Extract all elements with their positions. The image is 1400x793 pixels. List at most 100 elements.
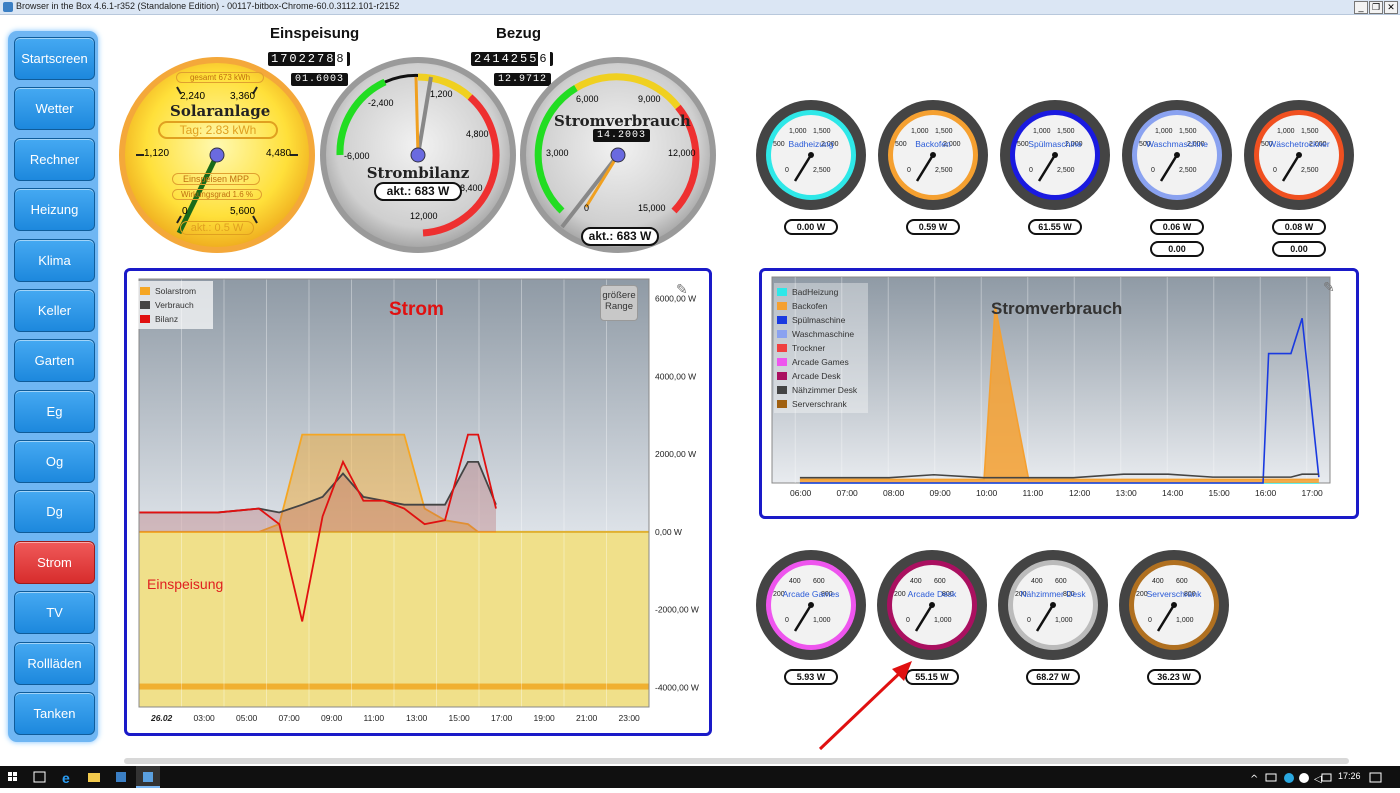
- nav-rechner[interactable]: Rechner: [14, 138, 95, 181]
- minimize-button[interactable]: _: [1354, 1, 1368, 14]
- legend-label: Bilanz: [155, 314, 179, 324]
- gauge-tick: 0: [1027, 617, 1031, 624]
- gauge-tick: 0: [1148, 617, 1152, 624]
- strombilanz-tick-1200: 1,200: [430, 89, 453, 99]
- strom-x-tick: 05:00: [236, 713, 258, 723]
- stromverbrauch-akt: akt.: 683 W: [581, 227, 659, 246]
- stromverbrauch-legend-item[interactable]: Trockner: [777, 341, 865, 355]
- nav-tv[interactable]: TV: [14, 591, 95, 634]
- edge-icon: e: [62, 770, 70, 786]
- gauge-tick: 0: [1151, 167, 1155, 174]
- stromverbrauch-legend-item[interactable]: Nähzimmer Desk: [777, 383, 865, 397]
- row2-gauge-0: 400 600 200 800 0 1,000 Arcade Games: [755, 549, 867, 666]
- gauge-value-secondary: 0.00: [1272, 241, 1326, 257]
- gauge-tick: 1,000: [934, 617, 952, 624]
- nav-tanken[interactable]: Tanken: [14, 692, 95, 735]
- nav-heizung[interactable]: Heizung: [14, 188, 95, 231]
- stromverbrauch-edit-pencil-icon[interactable]: ✎: [1323, 279, 1335, 296]
- stromverbrauch-legend-item[interactable]: Spülmaschine: [777, 313, 865, 327]
- legend-swatch: [140, 287, 150, 295]
- strom-chart: 6000,00 W4000,00 W2000,00 W0,00 W-2000,0…: [138, 278, 699, 723]
- gauge-dial: [1000, 100, 1110, 210]
- gauge-dial: [998, 550, 1108, 660]
- nav-strom[interactable]: Strom: [14, 541, 95, 584]
- einspeisung-title: Einspeisung: [270, 25, 360, 42]
- legend-label: Waschmaschine: [792, 329, 855, 339]
- stromverbrauch-legend-item[interactable]: Serverschrank: [777, 397, 865, 411]
- stromverbrauch-legend-item[interactable]: Backofen: [777, 299, 865, 313]
- solar-mode: Einspeisen MPP: [172, 173, 260, 185]
- nav-dg[interactable]: Dg: [14, 490, 95, 533]
- strom-legend-item[interactable]: Solarstrom: [140, 284, 210, 298]
- strom-legend-item[interactable]: Verbrauch: [140, 298, 210, 312]
- nav-klima[interactable]: Klima: [14, 239, 95, 282]
- explorer-icon: [88, 773, 100, 782]
- solar-needle-hub: [209, 147, 225, 163]
- solar-tag: Tag: 2.83 kWh: [158, 121, 278, 139]
- stromverbrauch-legend-item[interactable]: BadHeizung: [777, 285, 865, 299]
- strom-legend-item[interactable]: Bilanz: [140, 312, 210, 326]
- strom-x-tick: 11:00: [364, 713, 385, 723]
- legend-swatch: [140, 315, 150, 323]
- solar-title: Solaranlage: [170, 102, 271, 120]
- gauge-dial: [1244, 100, 1354, 210]
- gauge-tick: 1,500: [813, 128, 831, 135]
- horizontal-scrollbar[interactable]: [124, 758, 1349, 764]
- stromverbrauch-tick-9000: 9,000: [638, 94, 661, 104]
- browser-box-icon: [116, 772, 126, 782]
- bezug-title: Bezug: [496, 25, 541, 42]
- gauge-tick: 1,000: [1176, 617, 1194, 624]
- strom-edit-pencil-icon[interactable]: ✎: [676, 281, 688, 298]
- row1-gauge-4: 1,000 1,500 500 2,000 0 2,500 Wäschetrockner: [1243, 99, 1355, 216]
- stromverbrauch-legend-item[interactable]: Arcade Games: [777, 355, 865, 369]
- gauge-tick: 1,000: [911, 128, 929, 135]
- taskbar-icons: e ^ ◁: [8, 766, 1382, 788]
- gauge-value: 0.59 W: [906, 219, 960, 235]
- start-icon: [8, 772, 17, 781]
- strom-chart-panel: 6000,00 W 4000,00 W 2000,00 W 0,00 W -2000,0…: [124, 268, 712, 736]
- legend-swatch: [777, 358, 787, 366]
- legend-swatch: [777, 386, 787, 394]
- taskbar-clock[interactable]: 17:26: [1338, 771, 1361, 781]
- stromverbrauch-tick-6000: 6,000: [576, 94, 599, 104]
- gauge-label: Spülmaschine: [1028, 139, 1082, 149]
- legend-swatch: [777, 302, 787, 310]
- gauge-dial: [878, 100, 988, 210]
- strombilanz-akt: akt.: 683 W: [374, 182, 462, 201]
- gauge-tick: 0: [906, 617, 910, 624]
- strom-y-tick: -2000,00 W: [655, 605, 699, 615]
- stromverbrauch-legend-item[interactable]: Arcade Desk: [777, 369, 865, 383]
- gauge-tick: 1,500: [1057, 128, 1075, 135]
- nav-keller[interactable]: Keller: [14, 289, 95, 332]
- strom-y-tick: 4000,00 W: [655, 371, 696, 381]
- annotation-arrow: [818, 661, 912, 751]
- gauge-tick: 1,500: [1179, 128, 1197, 135]
- nav-rolllaeden[interactable]: Rollläden: [14, 642, 95, 685]
- legend-swatch: [777, 372, 787, 380]
- solar-tick-4480: 4,480: [266, 148, 292, 159]
- stromverbrauch-x-tick: 11:00: [1023, 488, 1044, 498]
- stromverbrauch-x-tick: 16:00: [1255, 488, 1277, 498]
- stromverbrauch-legend-item[interactable]: Waschmaschine: [777, 327, 865, 341]
- close-button[interactable]: ✕: [1384, 1, 1398, 14]
- sidebar: Startscreen Wetter Rechner Heizung Klima…: [8, 31, 98, 742]
- gauge-tick: 1,500: [935, 128, 953, 135]
- nav-og[interactable]: Og: [14, 440, 95, 483]
- gauge-label: Arcade Games: [782, 589, 840, 599]
- nav-startscreen[interactable]: Startscreen: [14, 37, 95, 80]
- groessere-range-button[interactable]: größere Range: [600, 285, 638, 321]
- nav-wetter[interactable]: Wetter: [14, 87, 95, 130]
- nav-eg[interactable]: Eg: [14, 390, 95, 433]
- gauge-tick: 600: [934, 578, 946, 585]
- gauge-tick: 0: [1273, 167, 1277, 174]
- strombilanz-tick-m2400: -2,400: [368, 98, 394, 108]
- stromverbrauch-tick-3000: 3,000: [546, 148, 569, 158]
- nav-garten[interactable]: Garten: [14, 339, 95, 382]
- legend-label: BadHeizung: [792, 287, 839, 297]
- legend-swatch: [140, 301, 150, 309]
- restore-button[interactable]: ❐: [1369, 1, 1383, 14]
- gauge-tick: 600: [813, 578, 825, 585]
- gauge-value-secondary: 0.00: [1150, 241, 1204, 257]
- solar-wirkungsgrad: Wirkungsgrad 1.6 %: [172, 189, 262, 200]
- legend-label: Spülmaschine: [792, 315, 846, 325]
